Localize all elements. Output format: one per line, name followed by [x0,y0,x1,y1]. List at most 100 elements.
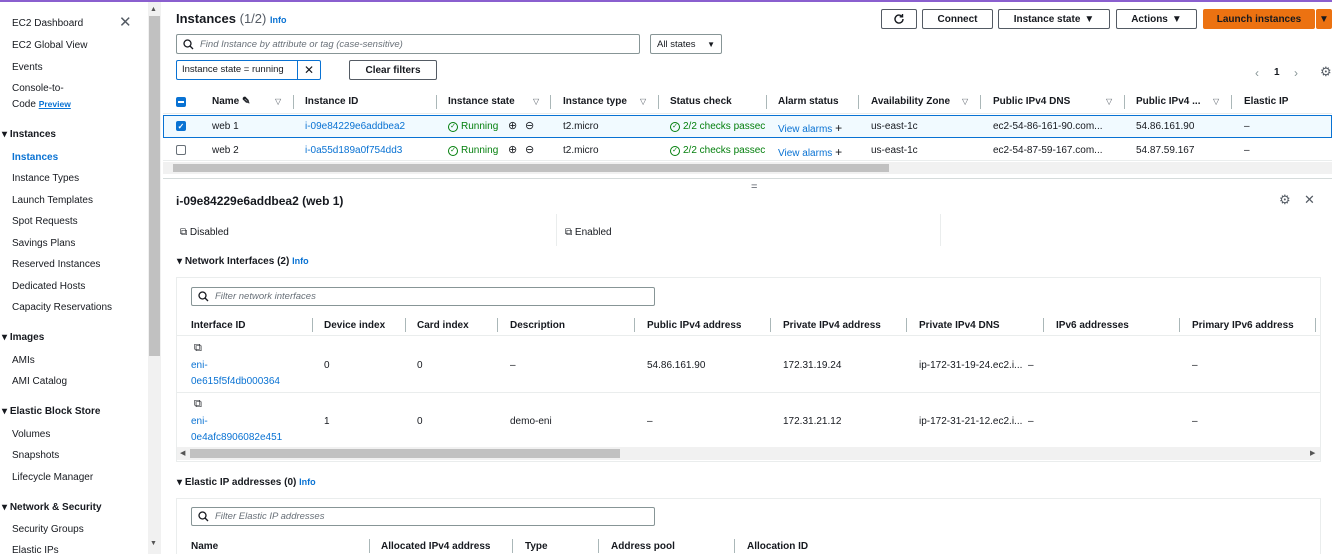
sidebar-item-security-groups[interactable]: Security Groups [12,524,84,535]
col-allocation-id[interactable]: Allocation ID [747,541,808,552]
ni-horizontal-scrollbar[interactable]: ◀ ▶ [177,447,1320,460]
zoom-out-icon[interactable]: ⊖ [525,143,534,156]
sidebar-item-snapshots[interactable]: Snapshots [12,450,59,461]
interface-id-link[interactable]: eni- [191,416,208,427]
zoom-in-icon[interactable]: ⊕ [508,119,517,132]
view-alarms-link[interactable]: View alarms + [778,145,842,159]
col-address-pool[interactable]: Address pool [611,541,675,552]
col-public-dns[interactable]: Public IPv4 DNS [993,96,1070,107]
copy-icon[interactable]: ⧉ [194,342,202,355]
col-public-ipv4-address[interactable]: Public IPv4 address [647,320,742,331]
network-interface-filter-input[interactable]: Filter network interfaces [191,287,655,306]
instance-id-link[interactable]: i-0a55d189a0f754dd3 [305,145,402,156]
col-type[interactable]: Type [525,541,548,552]
col-availability-zone[interactable]: Availability Zone [871,96,950,107]
scroll-right-icon[interactable]: ▶ [1310,449,1315,457]
col-public-ipv4[interactable]: Public IPv4 ... [1136,96,1200,107]
sidebar-section-ebs[interactable]: ▾ Elastic Block Store [2,406,100,417]
copy-icon[interactable]: ⧉ [180,227,187,238]
table-horizontal-scrollbar[interactable] [163,162,1332,174]
sidebar-item-instance-types[interactable]: Instance Types [12,173,79,184]
resize-handle-icon[interactable]: = [751,181,757,193]
sidebar-item-console-line1[interactable]: Console-to- [12,83,64,94]
sidebar-item-launch-templates[interactable]: Launch Templates [12,195,93,206]
instance-id-link[interactable]: i-09e84229e6addbea2 [305,121,405,132]
close-icon[interactable]: ✕ [1304,192,1315,208]
refresh-button[interactable] [881,9,917,29]
sidebar-item-savings-plans[interactable]: Savings Plans [12,238,75,249]
col-name[interactable]: Name ✎ [212,96,250,107]
col-description[interactable]: Description [510,320,565,331]
sidebar-item-spot-requests[interactable]: Spot Requests [12,216,78,227]
col-eip-name[interactable]: Name [191,541,218,552]
row-checkbox[interactable] [176,145,186,155]
clear-filters-button[interactable]: Clear filters [349,60,437,80]
sort-icon[interactable]: ▽ [1213,97,1219,106]
view-alarms-link[interactable]: View alarms + [778,121,842,135]
row-checkbox[interactable]: ✓ [176,121,186,131]
elastic-ip-header[interactable]: ▾ Elastic IP addresses (0) Info [177,477,316,488]
info-link[interactable]: Info [292,256,309,266]
sidebar-item-instances[interactable]: Instances [12,152,58,163]
sidebar-item-console-line2[interactable]: Code Preview [12,99,71,110]
actions-button[interactable]: Actions ▼ [1116,9,1197,29]
sidebar-item-capacity-reservations[interactable]: Capacity Reservations [12,302,112,313]
page-number[interactable]: 1 [1274,67,1280,78]
scroll-up-icon[interactable]: ▲ [150,6,157,13]
settings-gear-icon[interactable]: ⚙ [1279,192,1291,208]
interface-id-link[interactable]: eni- [191,360,208,371]
col-alarm-status[interactable]: Alarm status [778,96,839,107]
sort-icon[interactable]: ▽ [640,97,646,106]
sort-icon[interactable]: ▽ [533,97,539,106]
sidebar-item-reserved-instances[interactable]: Reserved Instances [12,259,100,270]
sort-icon[interactable]: ▽ [275,97,281,106]
sort-icon[interactable]: ▽ [1106,97,1112,106]
scrollbar-thumb[interactable] [173,164,889,172]
filter-token[interactable]: Instance state = running ✕ [176,60,321,80]
sidebar-item-lifecycle-manager[interactable]: Lifecycle Manager [12,472,93,483]
next-page-icon[interactable]: › [1294,66,1298,80]
sidebar-item-volumes[interactable]: Volumes [12,429,50,440]
col-private-ipv4-dns[interactable]: Private IPv4 DNS [919,320,1000,331]
sort-icon[interactable]: ▽ [962,97,968,106]
network-interfaces-header[interactable]: ▾ Network Interfaces (2) Info [177,256,309,267]
launch-dropdown-button[interactable]: ▼ [1316,9,1332,29]
launch-instances-button[interactable]: Launch instances [1203,9,1315,29]
state-select[interactable]: All states ▼ [650,34,722,54]
info-link[interactable]: Info [299,477,316,487]
sidebar-section-instances[interactable]: ▾ Instances [2,129,56,140]
col-interface-id[interactable]: Interface ID [191,320,245,331]
zoom-out-icon[interactable]: ⊖ [525,119,534,132]
settings-gear-icon[interactable]: ⚙ [1320,64,1332,80]
col-device-index[interactable]: Device index [324,320,385,331]
sidebar-item-dedicated-hosts[interactable]: Dedicated Hosts [12,281,85,292]
col-private-ipv4-address[interactable]: Private IPv4 address [783,320,881,331]
col-instance-state[interactable]: Instance state [448,96,515,107]
prev-page-icon[interactable]: ‹ [1255,66,1259,80]
interface-id-link[interactable]: 0e615f5f4db000364 [191,376,280,387]
scrollbar-thumb[interactable] [149,16,160,356]
sidebar-item-global-view[interactable]: EC2 Global View [12,40,87,51]
zoom-in-icon[interactable]: ⊕ [508,143,517,156]
sidebar-item-ami-catalog[interactable]: AMI Catalog [12,376,67,387]
col-elastic-ip[interactable]: Elastic IP [1244,96,1288,107]
scroll-down-icon[interactable]: ▼ [150,540,157,547]
elastic-ip-filter-input[interactable]: Filter Elastic IP addresses [191,507,655,526]
sidebar-item-amis[interactable]: AMIs [12,355,35,366]
sidebar-section-network[interactable]: ▾ Network & Security [2,502,102,513]
sidebar-scrollbar[interactable]: ▲ ▼ [148,2,161,554]
col-ipv6-addresses[interactable]: IPv6 addresses [1056,320,1129,331]
copy-icon[interactable]: ⧉ [565,227,572,238]
sidebar-item-elastic-ips[interactable]: Elastic IPs [12,545,59,554]
sidebar-item-events[interactable]: Events [12,62,43,73]
info-link[interactable]: Info [270,15,287,25]
sidebar-section-images[interactable]: ▾ Images [2,332,44,343]
select-all-checkbox[interactable] [176,97,186,107]
sidebar-item-dashboard[interactable]: EC2 Dashboard [12,18,83,29]
col-primary-ipv6[interactable]: Primary IPv6 address [1192,320,1294,331]
col-allocated-ipv4[interactable]: Allocated IPv4 address [381,541,491,552]
scrollbar-thumb[interactable] [190,449,620,458]
col-instance-id[interactable]: Instance ID [305,96,358,107]
remove-filter-icon[interactable]: ✕ [298,63,320,77]
col-status-check[interactable]: Status check [670,96,732,107]
